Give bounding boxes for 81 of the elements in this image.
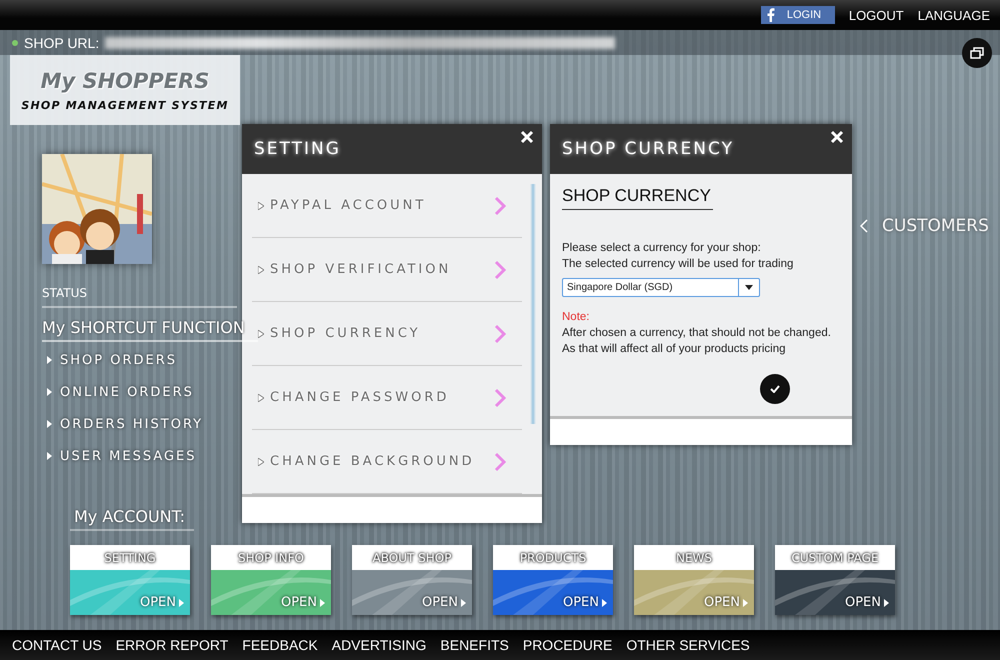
caret-icon: [743, 598, 748, 606]
facebook-login-button[interactable]: LOGIN: [760, 6, 835, 24]
caret-icon: [47, 356, 52, 364]
chevron-icon: [494, 452, 506, 472]
shortcut-link[interactable]: ORDERS HISTORY: [42, 408, 204, 440]
caret-icon: [47, 452, 52, 460]
tile-title: NEWS: [634, 545, 754, 570]
chevron-icon: [494, 196, 506, 216]
caret-icon: [602, 598, 607, 606]
open-link[interactable]: OPEN: [844, 595, 889, 610]
caret-icon: [258, 330, 264, 338]
tile-title: SHOP INFO: [211, 545, 331, 570]
open-link[interactable]: OPEN: [562, 595, 607, 610]
tile-title: CUSTOM PAGE: [775, 545, 895, 570]
account-tile[interactable]: CUSTOM PAGE OPEN: [775, 545, 895, 615]
note-text: As that will affect all of your products pricing: [562, 342, 787, 357]
chevron-icon: [494, 324, 506, 344]
logo-subtitle: SHOP MANAGEMENT SYSTEM: [21, 98, 229, 112]
facebook-icon: [766, 8, 775, 22]
chevron-left-icon: [860, 219, 868, 233]
confirm-button[interactable]: [760, 374, 790, 404]
shortcut-link[interactable]: SHOP ORDERS: [42, 344, 178, 376]
caret-icon: [179, 598, 184, 606]
footer-link[interactable]: OTHER SERVICES: [626, 637, 750, 653]
caret-icon: [461, 598, 466, 606]
restore-button[interactable]: [962, 38, 992, 68]
shortcut-link[interactable]: ONLINE ORDERS: [42, 376, 194, 408]
note-label: Note:: [562, 310, 590, 325]
account-tile[interactable]: SETTING OPEN: [70, 545, 190, 615]
close-button[interactable]: [830, 130, 844, 144]
account-title: My ACCOUNT:: [70, 507, 194, 531]
chevron-icon: [494, 388, 506, 408]
intro-text: Please select a currency for your shop:: [562, 241, 762, 256]
status-dot: [12, 40, 18, 46]
caret-icon: [258, 394, 264, 402]
restore-icon: [970, 47, 984, 59]
caret-icon: [258, 202, 264, 210]
close-icon: [830, 130, 844, 144]
account-tile[interactable]: NEWS OPEN: [634, 545, 754, 615]
open-link[interactable]: OPEN: [422, 595, 466, 610]
setting-item[interactable]: CHANGE PASSWORD: [252, 366, 522, 430]
scrollbar[interactable]: [530, 184, 536, 424]
tile-title: ABOUT SHOP: [352, 545, 472, 570]
shortcut-link[interactable]: USER MESSAGES: [42, 440, 197, 472]
footer-link[interactable]: BENEFITS: [440, 637, 509, 653]
tile-title: PRODUCTS: [493, 545, 613, 570]
footer-link[interactable]: FEEDBACK: [242, 637, 318, 653]
caret-icon: [47, 388, 52, 396]
account-tile[interactable]: ABOUT SHOP OPEN: [352, 545, 472, 615]
dropdown-icon: [745, 285, 753, 290]
close-icon: [520, 130, 534, 144]
shop-url-label: SHOP URL:: [24, 34, 100, 50]
caret-icon: [258, 266, 264, 274]
setting-item[interactable]: SHOP VERIFICATION: [252, 238, 522, 302]
logo-title: My SHOPPERS: [40, 68, 210, 92]
status-label: STATUS: [42, 286, 237, 308]
setting-item[interactable]: PAYPAL ACCOUNT: [252, 174, 522, 238]
footer-link[interactable]: PROCEDURE: [522, 637, 612, 653]
close-button[interactable]: [520, 130, 534, 144]
chevron-icon: [494, 260, 506, 280]
currency-select[interactable]: Singapore Dollar (SGD): [562, 278, 760, 297]
customers-label: CUSTOMERS: [882, 216, 989, 236]
account-tile[interactable]: SHOP INFO OPEN: [211, 545, 331, 615]
setting-item[interactable]: SHOP CURRENCY: [252, 302, 522, 366]
caret-icon: [47, 420, 52, 428]
dialog-title: SETTING: [254, 139, 341, 159]
caret-icon: [884, 598, 889, 606]
caret-icon: [320, 598, 325, 606]
footer-link[interactable]: ADVERTISING: [332, 637, 426, 653]
footer-link[interactable]: ERROR REPORT: [116, 637, 228, 653]
tile-title: SETTING: [70, 545, 190, 570]
top-link[interactable]: LOGOUT: [848, 8, 904, 22]
top-link[interactable]: LANGUAGE: [918, 8, 990, 22]
note-text: After chosen a currency, that should not be changed.: [562, 326, 832, 341]
account-tile[interactable]: PRODUCTS OPEN: [493, 545, 613, 615]
dialog-title: SHOP CURRENCY: [562, 139, 734, 159]
intro-text: The selected currency will be used for trading: [562, 257, 794, 272]
footer-link[interactable]: CONTACT US: [12, 637, 102, 653]
caret-icon: [258, 458, 264, 466]
check-icon: [770, 385, 780, 393]
section-heading: SHOP CURRENCY: [562, 186, 713, 210]
